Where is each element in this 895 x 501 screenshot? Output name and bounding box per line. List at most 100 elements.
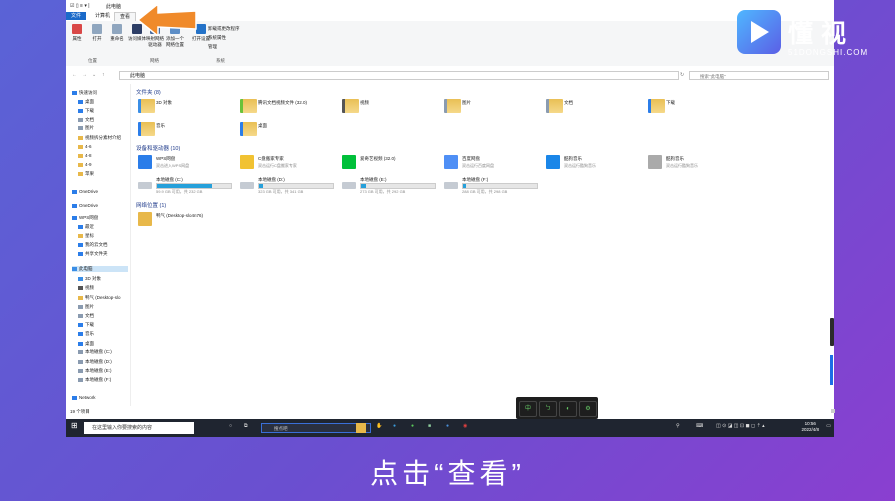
ribbon-button-0[interactable]: 属性	[68, 24, 86, 42]
nav-item-8[interactable]: 4-9	[78, 162, 92, 167]
app-icon-2	[342, 155, 356, 169]
ime-button-1[interactable]: ㄅ	[539, 401, 557, 417]
forward-arrow-icon[interactable]: →	[82, 72, 87, 78]
nav-item-30[interactable]: Network	[72, 395, 96, 400]
nav-item-29[interactable]: 本地磁盘 (F:)	[78, 377, 111, 383]
nav-item-25[interactable]: 桌面	[78, 341, 94, 347]
folder-item-5[interactable]: 下载	[646, 97, 742, 119]
quick-access-toolbar[interactable]: ☑ ▯ ≡ ▾ |	[70, 3, 90, 9]
nav-item-23[interactable]: 下载	[78, 322, 94, 328]
qq-icon[interactable]: ●	[446, 423, 449, 433]
nav-item-18[interactable]: 3D 对象	[78, 276, 101, 282]
task-view-icon[interactable]: ○	[229, 423, 232, 433]
back-arrow-icon[interactable]: ←	[72, 72, 77, 78]
drive-item-0[interactable]: 本地磁盘 (C:) 59.9 GB 可用，共 232 GB	[136, 177, 232, 195]
start-icon[interactable]: ⊞	[71, 421, 78, 431]
folder-item-2[interactable]: 视频	[340, 97, 436, 119]
nav-item-6[interactable]: 4-6	[78, 144, 92, 149]
folder-item-6[interactable]: 音乐	[136, 120, 232, 142]
people-icon[interactable]: ⚲	[676, 423, 680, 433]
multitask-icon[interactable]: ⧉	[244, 423, 248, 433]
file-explorer-icon[interactable]	[356, 423, 366, 433]
nav-icon-14	[78, 233, 83, 238]
network-item-0[interactable]: 鸭气 (Desktop-slo4n76)	[136, 210, 232, 232]
nav-item-20[interactable]: 鸭气 (Desktop-slo	[78, 295, 121, 301]
folder-item-3[interactable]: 图片	[442, 97, 538, 119]
nav-label-12: WPS网盘	[79, 215, 99, 220]
ribbon-link-1[interactable]: 系统属性	[208, 35, 226, 41]
nav-item-16[interactable]: 共享文件夹	[78, 251, 108, 257]
app-item-0[interactable]: WPS网盘 双击进入WPS网盘	[136, 153, 232, 175]
drive-usage-fill-1	[259, 184, 263, 188]
tray-icons[interactable]: ◫ ⊙ ◪ ◫ ⊡ ◼ ◻ ⇡ ▴	[716, 423, 765, 433]
nav-item-28[interactable]: 本地磁盘 (E:)	[78, 368, 112, 374]
drive-item-3[interactable]: 本地磁盘 (F:) 288 GB 可用，共 298 GB	[442, 177, 538, 195]
folder-item-7[interactable]: 桌面	[238, 120, 334, 142]
nav-item-3[interactable]: 文档	[78, 117, 94, 123]
recent-dropdown-icon[interactable]: ⌄	[92, 72, 96, 78]
ribbon-link-0[interactable]: 卸载或更改程序	[208, 26, 240, 32]
nav-icon-11	[72, 203, 77, 208]
nav-item-12[interactable]: WPS网盘	[72, 215, 98, 221]
nav-item-27[interactable]: 本地磁盘 (D:)	[78, 359, 112, 365]
ime-button-3[interactable]: ⚙	[579, 401, 597, 417]
app-item-3[interactable]: 百度网盘 双击运行百度网盘	[442, 153, 538, 175]
app-item-4[interactable]: 酷狗音乐 双击运行酷狗音乐	[544, 153, 640, 175]
app-icon[interactable]: ■	[428, 423, 431, 433]
taskbar-toolbar-input[interactable]: 搜点吧	[261, 423, 371, 433]
network-header[interactable]: 网络位置 (1)	[136, 201, 166, 209]
taskbar-search-input[interactable]: 在这里输入你要搜索的内容	[84, 422, 194, 434]
network-folder-icon-0	[138, 212, 152, 226]
folder-item-4[interactable]: 文档	[544, 97, 640, 119]
pin-app-icon[interactable]: ✋	[376, 423, 382, 433]
app-item-5[interactable]: 酷狗音乐 双击运行酷狗音乐	[646, 153, 742, 175]
ribbon-button-1[interactable]: 打开	[88, 24, 106, 42]
nav-item-22[interactable]: 文档	[78, 313, 94, 319]
nav-item-19[interactable]: 视频	[78, 285, 94, 291]
nav-item-11[interactable]: OneDrive	[72, 203, 98, 208]
devices-header[interactable]: 设备和驱动器 (10)	[136, 144, 180, 152]
nav-item-0[interactable]: 快速访问	[72, 90, 97, 96]
nav-item-10[interactable]: OneDrive	[72, 189, 98, 194]
app-item-1[interactable]: C盘搬家专家 双击运行C盘搬家专家	[238, 153, 334, 175]
tab-1[interactable]: 计算机	[90, 12, 115, 20]
up-arrow-icon[interactable]: ↑	[102, 72, 105, 78]
record-icon[interactable]: ◉	[463, 423, 467, 433]
keyboard-icon[interactable]: ⌨	[696, 423, 703, 433]
ribbon-label-0: 属性	[72, 36, 82, 41]
side-scroll-handle[interactable]	[830, 318, 834, 346]
ime-button-0[interactable]: 中	[519, 401, 537, 417]
nav-icon-22	[78, 313, 83, 318]
nav-item-17[interactable]: 此电脑	[72, 266, 128, 272]
ribbon-link-2[interactable]: 管理	[208, 44, 217, 50]
address-input[interactable]: 此电脑	[119, 71, 679, 80]
app-item-2[interactable]: 爱奇艺视频 (32.0)	[340, 153, 436, 175]
ribbon-button-2[interactable]: 重命名	[108, 24, 126, 42]
side-indicator	[830, 355, 833, 385]
nav-item-26[interactable]: 本地磁盘 (C:)	[78, 349, 112, 355]
folders-header[interactable]: 文件夹 (8)	[136, 88, 161, 96]
nav-item-21[interactable]: 图片	[78, 304, 94, 310]
folder-item-0[interactable]: 3D 对象	[136, 97, 232, 119]
search-input[interactable]: 搜索"此电脑"	[689, 71, 829, 80]
ime-button-2[interactable]: ◐	[559, 401, 577, 417]
nav-item-13[interactable]: 最近	[78, 224, 94, 230]
wechat-icon[interactable]: ●	[411, 423, 414, 433]
nav-item-9[interactable]: 苹果	[78, 171, 94, 177]
nav-item-14[interactable]: 星标	[78, 233, 94, 239]
folder-item-1[interactable]: 腾讯文档视频文件 (32.0)	[238, 97, 334, 119]
clock[interactable]: 10:56 2022/4/8	[801, 421, 819, 433]
drive-item-2[interactable]: 本地磁盘 (E:) 273 GB 可用，共 292 GB	[340, 177, 436, 195]
nav-item-1[interactable]: 桌面	[78, 99, 94, 105]
nav-item-15[interactable]: 我的云文档	[78, 242, 108, 248]
nav-item-2[interactable]: 下载	[78, 108, 94, 114]
nav-item-5[interactable]: 视频拆分素材介绍	[78, 135, 121, 141]
notification-icon[interactable]: ▭	[826, 423, 831, 433]
nav-item-24[interactable]: 音乐	[78, 331, 94, 337]
edge-icon[interactable]: ●	[393, 423, 396, 433]
drive-item-1[interactable]: 本地磁盘 (D:) 323 GB 可用，共 341 GB	[238, 177, 334, 195]
tab-0[interactable]: 文件	[66, 12, 87, 20]
nav-item-7[interactable]: 4-8	[78, 153, 92, 158]
nav-item-4[interactable]: 图片	[78, 125, 94, 131]
refresh-icon[interactable]: ↻	[680, 72, 684, 78]
